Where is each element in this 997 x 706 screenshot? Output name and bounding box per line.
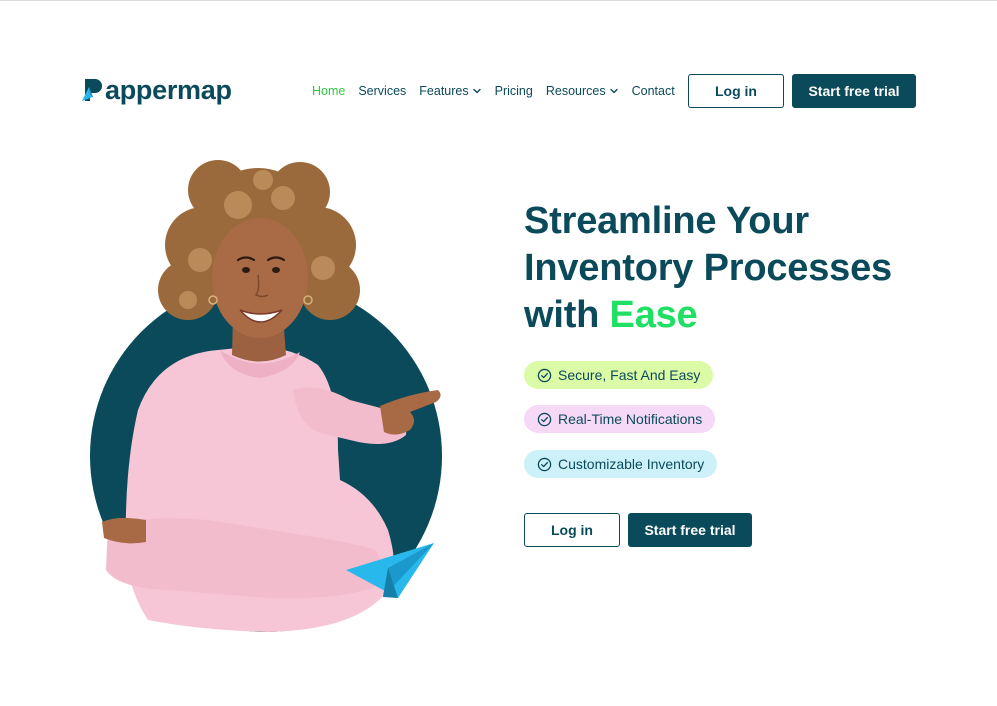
brand-logo[interactable]: appermap [82, 74, 232, 106]
hero-headline: Streamline Your Inventory Processes with… [524, 198, 944, 339]
nav-features-label: Features [419, 84, 469, 98]
header-start-trial-button[interactable]: Start free trial [792, 74, 916, 108]
headline-accent: Ease [609, 294, 698, 336]
headline-line-2: Inventory Processes [524, 247, 892, 289]
feature-pill-secure: Secure, Fast And Easy [524, 361, 714, 389]
feature-pill-notifications: Real-Time Notifications [524, 405, 716, 433]
left-hand [102, 517, 146, 544]
check-circle-icon [537, 457, 552, 471]
nav-resources[interactable]: Resources [546, 84, 619, 98]
brand-name: appermap [105, 74, 232, 105]
feature-label: Real-Time Notifications [558, 411, 703, 427]
feature-pill-customizable: Customizable Inventory [524, 450, 718, 478]
nav-contact-label: Contact [631, 84, 675, 98]
main-nav: Home Services Features Pricing Resources… [312, 81, 688, 101]
check-circle-icon [537, 368, 552, 382]
chevron-down-icon [472, 88, 481, 94]
check-circle-icon [537, 412, 552, 426]
chevron-down-icon [609, 88, 618, 94]
nav-resources-label: Resources [545, 84, 606, 98]
nav-contact[interactable]: Contact [632, 84, 675, 98]
hero-photo [90, 160, 442, 632]
nav-features[interactable]: Features [419, 84, 481, 98]
paper-plane-logo-icon [82, 79, 102, 101]
nav-services[interactable]: Services [358, 84, 406, 98]
hero-login-button[interactable]: Log in [524, 513, 620, 547]
hero-start-trial-button[interactable]: Start free trial [628, 513, 752, 547]
site-header: appermap Home Services Features Pricing … [0, 0, 997, 120]
feature-label: Secure, Fast And Easy [558, 367, 701, 383]
nav-pricing[interactable]: Pricing [495, 84, 533, 98]
nav-home[interactable]: Home [312, 84, 345, 98]
header-login-button[interactable]: Log in [688, 74, 784, 108]
nav-services-label: Services [358, 84, 407, 98]
feature-label: Customizable Inventory [558, 456, 705, 472]
nav-pricing-label: Pricing [494, 84, 533, 98]
headline-with: with [524, 294, 610, 336]
headline-line-1: Streamline Your [524, 200, 809, 242]
nav-home-label: Home [312, 84, 346, 98]
